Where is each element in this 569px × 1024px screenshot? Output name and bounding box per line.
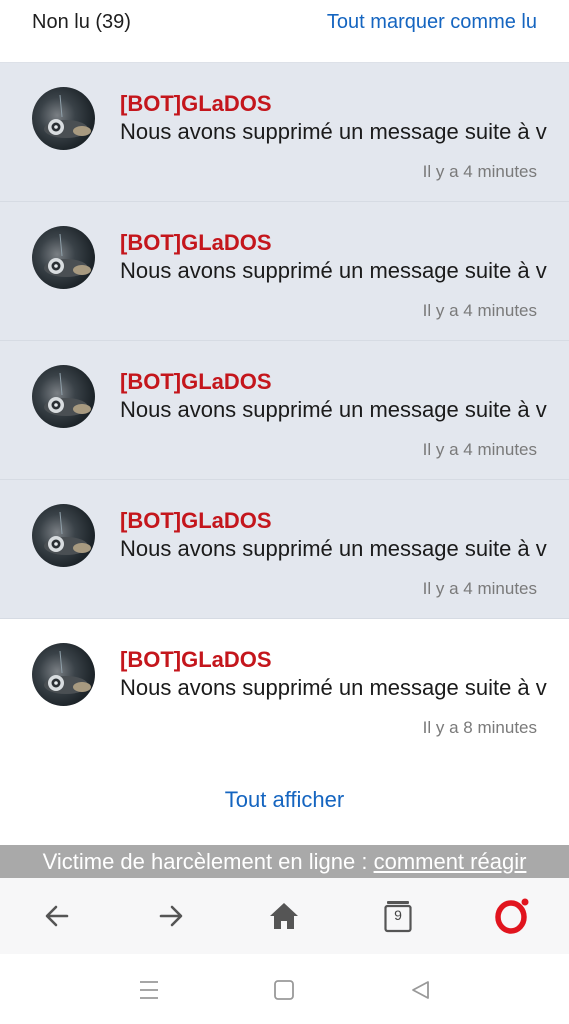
notification-item[interactable]: [BOT]GLaDOS Nous avons supprimé un messa…	[0, 619, 569, 758]
notification-author: [BOT]GLaDOS	[120, 91, 272, 116]
banner-link[interactable]: comment réagir	[374, 849, 527, 874]
notification-item[interactable]: [BOT]GLaDOS Nous avons supprimé un messa…	[0, 480, 569, 619]
notification-message: Nous avons supprimé un message suite à v	[120, 258, 547, 283]
notification-item[interactable]: [BOT]GLaDOS Nous avons supprimé un messa…	[0, 202, 569, 341]
home-square-icon[interactable]	[269, 975, 299, 1005]
browser-toolbar: 9	[0, 878, 569, 954]
notification-author: [BOT]GLaDOS	[120, 508, 272, 533]
banner-text: Victime de harcèlement en ligne :	[42, 849, 374, 874]
notification-message: Nous avons supprimé un message suite à v	[120, 536, 547, 561]
tabs-icon[interactable]: 9	[376, 894, 420, 938]
notification-item[interactable]: [BOT]GLaDOS Nous avons supprimé un messa…	[0, 341, 569, 480]
opera-menu-icon[interactable]	[490, 894, 534, 938]
tab-count: 9	[394, 907, 402, 923]
notification-time: Il y a 4 minutes	[422, 162, 537, 181]
recents-icon[interactable]	[134, 975, 164, 1005]
notification-message: Nous avons supprimé un message suite à v	[120, 119, 547, 144]
avatar	[32, 226, 95, 289]
avatar	[32, 504, 95, 567]
notification-author: [BOT]GLaDOS	[120, 230, 272, 255]
notification-time: Il y a 4 minutes	[422, 579, 537, 598]
notification-item[interactable]: [BOT]GLaDOS Nous avons supprimé un messa…	[0, 63, 569, 202]
avatar	[32, 87, 95, 150]
show-all-link[interactable]: Tout afficher	[225, 787, 344, 813]
notifications-header: Non lu (39) Tout marquer comme lu	[0, 0, 569, 63]
back-triangle-icon[interactable]	[405, 975, 435, 1005]
mark-all-read-link[interactable]: Tout marquer comme lu	[327, 11, 537, 34]
home-icon[interactable]	[262, 894, 306, 938]
avatar	[32, 365, 95, 428]
notification-time: Il y a 4 minutes	[422, 440, 537, 459]
show-all-section: Tout afficher	[0, 757, 569, 845]
notification-message: Nous avons supprimé un message suite à v	[120, 675, 547, 700]
harassment-banner: Victime de harcèlement en ligne : commen…	[0, 845, 569, 878]
unread-count-label: Non lu (39)	[32, 11, 131, 33]
avatar	[32, 643, 95, 706]
notification-message: Nous avons supprimé un message suite à v	[120, 397, 547, 422]
system-nav-bar	[0, 954, 569, 1024]
forward-arrow-icon[interactable]	[149, 894, 193, 938]
notification-time: Il y a 4 minutes	[422, 301, 537, 320]
notification-author: [BOT]GLaDOS	[120, 647, 272, 672]
notification-time: Il y a 8 minutes	[422, 718, 537, 737]
notification-author: [BOT]GLaDOS	[120, 369, 272, 394]
back-arrow-icon[interactable]	[35, 894, 79, 938]
